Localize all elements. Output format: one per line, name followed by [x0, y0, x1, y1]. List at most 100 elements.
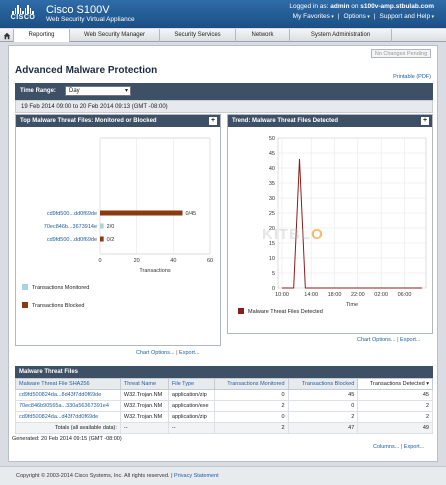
col-file-type[interactable]: File Type — [167, 378, 215, 390]
x-tick-label: 40 — [170, 258, 176, 264]
category-label: 70ec846b...3673914e — [44, 224, 97, 230]
totals-cell: 2 — [213, 422, 289, 434]
y-tick-label: 10 — [269, 256, 275, 262]
panel-title: Top Malware Threat Files: Monitored or B… — [16, 115, 220, 127]
sha256-link[interactable]: 70ec846b90565a...330a56367391e4 — [15, 400, 121, 412]
home-icon[interactable] — [0, 29, 14, 42]
bar-chart: 0 20 40 60 Transactions cd9fd500...dd0f69de 0/… — [22, 137, 213, 309]
tab-security-services[interactable]: Security Services — [160, 29, 236, 42]
totals-row: Totals (all available data): -- -- 2 47 49 — [15, 422, 433, 434]
date-range-text: 19 Feb 2014 09:00 to 20 Feb 2014 09:13 (… — [15, 100, 433, 113]
table-cell: 0 — [287, 400, 359, 412]
tab-web-security-manager[interactable]: Web Security Manager — [70, 29, 160, 42]
col-threat-name[interactable]: Threat Name — [119, 378, 169, 390]
category-label: cd9fd500...dd0f69de — [47, 237, 97, 243]
y-tick-label: 50 — [269, 136, 275, 142]
table-cell: 0 — [213, 389, 289, 401]
top-links: My Favorites | Options | Support and Hel… — [293, 13, 434, 20]
product-name: Cisco S100V — [46, 4, 110, 16]
col-detected[interactable]: Transactions Detected ▾ — [357, 378, 433, 390]
x-tick-label: 10:00 — [275, 292, 289, 298]
chart-options-link[interactable]: Chart Options... — [357, 337, 396, 343]
table-cell: 2 — [357, 400, 433, 412]
cisco-bars-icon — [8, 5, 38, 14]
printable-pdf-link[interactable]: Printable (PDF) — [393, 74, 431, 80]
time-range-bar: Time Range: Day — [15, 83, 433, 100]
tab-system-administration[interactable]: System Administration — [290, 29, 392, 42]
my-favorites-menu[interactable]: My Favorites — [293, 13, 334, 20]
no-changes-button[interactable]: No Changes Pending — [371, 49, 431, 58]
x-tick-label: 0 — [98, 258, 101, 264]
export-link[interactable]: Export... — [400, 337, 420, 343]
left-panel-title: Top Malware Threat Files: Monitored or B… — [20, 118, 157, 124]
tab-network[interactable]: Network — [236, 29, 290, 42]
table-cell: W32.Trojan.NM — [119, 400, 169, 412]
copyright-text: Copyright © 2003-2014 Cisco Systems, Inc… — [16, 473, 170, 479]
col-sha256[interactable]: Malware Threat File SHA256 — [15, 378, 121, 390]
y-tick-label: 30 — [269, 196, 275, 202]
footer: Copyright © 2003-2014 Cisco Systems, Inc… — [0, 466, 446, 485]
watermark-logo: KITBLO — [262, 226, 324, 243]
x-tick-label: 18:00 — [328, 292, 342, 298]
sha256-link[interactable]: cd9fd500824da...d43f7dd0f69de — [15, 411, 121, 423]
table-row: cd9fd500824da...d43f7dd0f69de W32.Trojan.… — [15, 411, 433, 423]
top-header: CISCO Cisco S100V Web Security Virtual A… — [0, 0, 446, 28]
login-host: s100v-amp.stbulab.com — [360, 3, 434, 10]
sha256-link[interactable]: cd9fd500824da...8d43f7dd0f69de — [15, 389, 121, 401]
y-tick-label: 5 — [272, 271, 275, 277]
legend-swatch — [238, 308, 244, 314]
time-range-select[interactable]: Day — [65, 86, 131, 96]
add-to-favorites-icon[interactable]: + — [209, 117, 217, 125]
line-chart: 0510152025303540455010:00 14:00 18:00 22:00… — [238, 136, 427, 315]
page-content: No Changes Pending Advanced Malware Prot… — [8, 45, 438, 462]
table-cell: 2 — [357, 411, 433, 423]
x-axis-label: Transactions — [139, 268, 171, 274]
export-link[interactable]: Export... — [404, 444, 424, 450]
col-blocked[interactable]: Transactions Blocked — [287, 378, 359, 390]
legend-swatch — [22, 284, 28, 290]
table-cell: W32.Trojan.NM — [119, 411, 169, 423]
table-row: 70ec846b90565a...330a56367391e4 W32.Troja… — [15, 400, 433, 412]
x-tick-label: 60 — [207, 258, 213, 264]
table-row: cd9fd500824da...8d43f7dd0f69de W32.Trojan… — [15, 389, 433, 401]
threat-table-title: Malware Threat Files — [15, 366, 433, 378]
add-to-favorites-icon[interactable]: + — [421, 117, 429, 125]
data-label: 2/0 — [107, 224, 115, 230]
y-tick-label: 40 — [269, 166, 275, 172]
legend-swatch — [22, 302, 28, 308]
x-tick-label: 20 — [134, 258, 140, 264]
table-cell: W32.Trojan.NM — [119, 389, 169, 401]
tab-reporting[interactable]: Reporting — [14, 29, 70, 42]
login-info: Logged in as: admin on s100v-amp.stbulab… — [289, 3, 434, 10]
panel-title: Trend: Malware Threat Files Detected + — [228, 115, 432, 127]
cisco-logo[interactable]: CISCO — [8, 5, 38, 23]
totals-cell: 49 — [357, 422, 433, 434]
time-range-label: Time Range: — [20, 88, 56, 94]
chart-options-link[interactable]: Chart Options... — [136, 350, 175, 356]
export-link[interactable]: Export... — [179, 350, 199, 356]
totals-cell: 47 — [287, 422, 359, 434]
top-malware-panel: Top Malware Threat Files: Monitored or B… — [15, 114, 221, 346]
x-tick-label: 06:00 — [398, 292, 412, 298]
options-menu[interactable]: Options — [343, 13, 369, 20]
totals-cell: Totals (all available data): — [15, 422, 121, 434]
plot-area — [99, 137, 211, 255]
table-cell: 45 — [287, 389, 359, 401]
col-monitored[interactable]: Transactions Monitored — [213, 378, 289, 390]
y-tick-label: 35 — [269, 181, 275, 187]
totals-cell: -- — [167, 422, 215, 434]
table-cell: application/exe — [167, 400, 215, 412]
legend-label: Transactions Blocked — [32, 303, 84, 309]
totals-cell: -- — [119, 422, 169, 434]
legend-label: Malware Threat Files Detected — [248, 309, 323, 315]
login-user: admin — [330, 3, 350, 10]
sort-down-icon: ▾ — [426, 381, 429, 387]
threat-table: Malware Threat File SHA256 Threat Name F… — [15, 378, 433, 434]
privacy-link[interactable]: Privacy Statement — [174, 473, 219, 479]
support-help-menu[interactable]: Support and Help — [380, 13, 435, 20]
category-label: cd9fd500...dd0f69de — [47, 211, 97, 217]
bar — [100, 223, 104, 229]
columns-link[interactable]: Columns... — [373, 444, 399, 450]
left-chart-links: Chart Options... | Export... — [136, 350, 200, 356]
bar — [100, 210, 183, 216]
